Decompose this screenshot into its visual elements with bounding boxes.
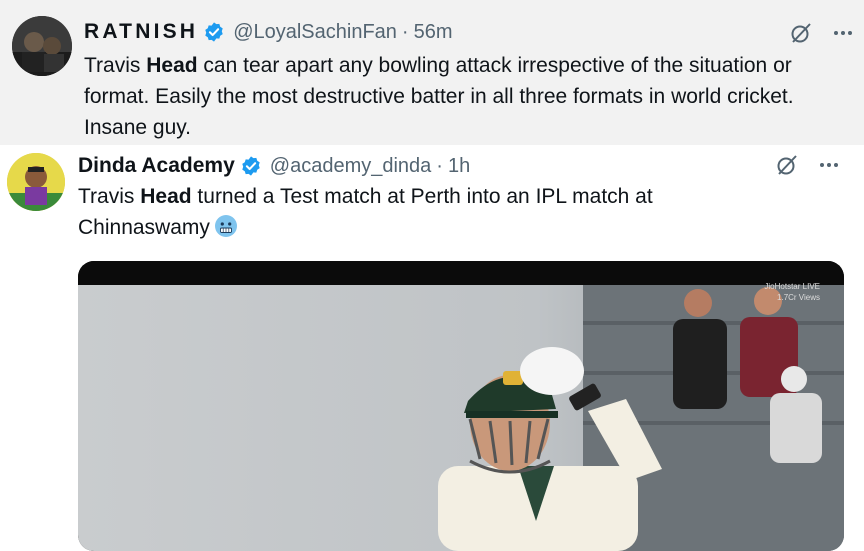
tweet-text-highlight: Head bbox=[140, 185, 192, 208]
timestamp[interactable]: 1h bbox=[448, 155, 470, 178]
live-badge: LIVE bbox=[802, 282, 820, 291]
grok-slash-icon[interactable] bbox=[788, 20, 814, 46]
tweet-actions bbox=[788, 20, 856, 46]
cricket-video-still bbox=[78, 261, 844, 551]
verified-badge-icon bbox=[240, 155, 262, 177]
grok-slash-icon[interactable] bbox=[774, 152, 800, 178]
separator-dot: · bbox=[436, 154, 443, 177]
display-name[interactable]: Dinda Academy bbox=[78, 154, 235, 178]
tweet-text: Travis Head can tear apart any bowling a… bbox=[84, 50, 859, 143]
tweet-text-part: Travis bbox=[84, 54, 147, 77]
display-name[interactable]: RATNISH bbox=[84, 20, 198, 44]
avatar-photo-icon bbox=[12, 16, 72, 76]
tweet-ratnish[interactable]: RATNISH @LoyalSachinFan · 56m Travis Hea… bbox=[0, 0, 864, 145]
tweet-header: Dinda Academy @academy_dinda · 1h bbox=[78, 151, 470, 181]
tweet-text-highlight: Head bbox=[146, 54, 198, 77]
avatar[interactable] bbox=[7, 153, 65, 211]
more-dots-icon[interactable] bbox=[830, 20, 856, 46]
cold-face-emoji-icon bbox=[214, 214, 238, 238]
avatar-cartoon-icon bbox=[7, 153, 65, 211]
avatar[interactable] bbox=[12, 16, 72, 76]
views-count: 1.7Cr Views bbox=[777, 293, 820, 302]
verified-badge-icon bbox=[203, 21, 225, 43]
tweet-media-video[interactable]: JioHotstar LIVE 1.7Cr Views bbox=[78, 261, 844, 551]
broadcast-watermark: JioHotstar LIVE 1.7Cr Views bbox=[764, 281, 820, 303]
separator-dot: · bbox=[401, 20, 409, 43]
handle[interactable]: @academy_dinda bbox=[270, 155, 432, 178]
tweet-text-part: Travis bbox=[78, 185, 141, 208]
broadcaster-label: JioHotstar bbox=[764, 282, 801, 291]
tweet-text: Travis Head turned a Test match at Perth… bbox=[78, 181, 778, 243]
more-dots-icon[interactable] bbox=[816, 152, 842, 178]
timestamp[interactable]: 56m bbox=[414, 21, 453, 44]
tweet-header: RATNISH @LoyalSachinFan · 56m bbox=[84, 17, 453, 47]
handle[interactable]: @LoyalSachinFan bbox=[233, 21, 397, 44]
tweet-actions bbox=[774, 152, 842, 178]
tweet-dinda-academy[interactable]: Dinda Academy @academy_dinda · 1h Travis… bbox=[0, 145, 864, 551]
